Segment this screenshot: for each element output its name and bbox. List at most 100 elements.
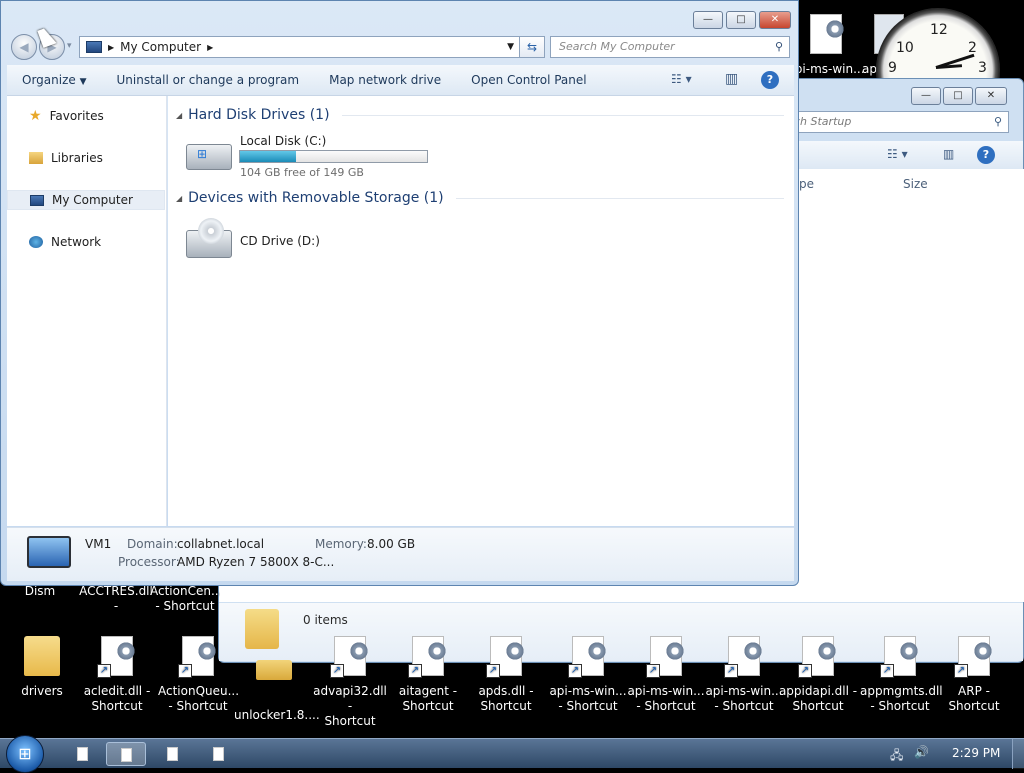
search-icon[interactable]: ⚲ — [775, 37, 783, 57]
desktop-icon-label: api-ms-win... - Shortcut — [549, 684, 627, 713]
help-icon[interactable]: ? — [761, 71, 779, 89]
breadcrumb-separator-icon[interactable]: ▶ — [108, 43, 114, 52]
domain-label: Domain: — [127, 537, 178, 551]
column-header-size[interactable]: Size — [903, 177, 928, 191]
refresh-button[interactable]: ⇆ — [519, 36, 545, 58]
breadcrumb-my-computer[interactable]: My Computer — [120, 40, 201, 54]
computer-icon — [86, 41, 102, 53]
nav-item-libraries[interactable]: Libraries — [7, 148, 165, 168]
desktop-icon-label: ActionCen... - Shortcut — [150, 584, 220, 613]
show-desktop-button[interactable] — [1012, 739, 1024, 769]
group-header-hard-disk-drives[interactable]: ◢ Hard Disk Drives (1) — [176, 107, 784, 123]
preview-pane-icon[interactable]: ▥ — [725, 71, 738, 87]
desktop-icon-2[interactable]: ↗ ActionQueu... - Shortcut — [158, 636, 239, 714]
taskbar-item[interactable] — [198, 742, 238, 766]
desktop-icon-acctres[interactable]: ACCTRES.dll - Shortcut — [76, 584, 156, 614]
desktop-icon-label: api-ms-win... - Shortcut — [627, 684, 705, 713]
drive-item-d[interactable]: CD Drive (D:) — [184, 216, 434, 264]
desktop-icon-6[interactable]: ↗ apds.dll - Shortcut — [466, 636, 546, 714]
open-control-panel-button[interactable]: Open Control Panel — [456, 73, 601, 87]
search-input[interactable]: Search My Computer ⚲ — [550, 36, 790, 58]
drive-usage-fill — [240, 151, 297, 162]
back-minimize-button[interactable]: — — [911, 87, 941, 105]
nav-item-label: Network — [51, 235, 102, 249]
drive-usage-bar — [239, 150, 428, 163]
back-search-input[interactable]: ch Startup ⚲ — [787, 111, 1009, 133]
desktop-icon-actioncenter[interactable]: ActionCen... - Shortcut — [150, 584, 220, 614]
explorer-window[interactable]: — □ ✕ ◀ ▶ ▾ ▶ My Computer ▶ ▼ ⇆ Search M… — [0, 0, 799, 586]
taskbar-item[interactable] — [152, 742, 192, 766]
desktop-icon-0[interactable]: drivers — [2, 636, 82, 699]
clock-number: 12 — [930, 22, 948, 38]
desktop-icon-label: acledit.dll - Shortcut — [83, 684, 151, 713]
star-icon: ★ — [29, 108, 42, 124]
windows-logo-icon: ⊞ — [18, 744, 32, 763]
close-button[interactable]: ✕ — [759, 11, 791, 29]
nav-item-favorites[interactable]: ★ Favorites — [7, 106, 165, 126]
taskbar-item[interactable] — [62, 742, 102, 766]
file-shortcut-icon: ↗ — [798, 636, 838, 678]
desktop-icon-12[interactable]: ↗ ARP - Shortcut — [934, 636, 1014, 714]
drive-name: Local Disk (C:) — [240, 134, 327, 148]
network-tray-icon[interactable]: 🖧 — [890, 746, 903, 767]
organize-button[interactable]: Organize ▼ — [7, 73, 102, 87]
uninstall-program-button[interactable]: Uninstall or change a program — [102, 73, 315, 87]
column-header-type[interactable]: pe — [799, 177, 814, 191]
help-icon[interactable]: ? — [977, 146, 995, 164]
libraries-icon — [29, 152, 43, 164]
address-bar[interactable]: ▶ My Computer ▶ ▼ ⇆ — [79, 36, 545, 58]
file-shortcut-icon: ↗ — [646, 636, 686, 678]
view-options-icon[interactable]: ☷ ▾ — [671, 72, 692, 86]
address-dropdown-icon[interactable]: ▼ — [507, 42, 514, 52]
file-shortcut-icon: ↗ — [330, 636, 370, 678]
file-shortcut-icon: ↗ — [408, 636, 448, 678]
drive-item-c[interactable]: ⊞ Local Disk (C:) 104 GB free of 149 GB — [184, 132, 434, 179]
network-icon — [29, 236, 43, 248]
content-area: ◢ Hard Disk Drives (1) ⊞ Local Disk (C:)… — [168, 96, 794, 526]
preview-pane-icon[interactable]: ▥ — [943, 147, 954, 161]
maximize-button[interactable]: □ — [726, 11, 756, 29]
nav-item-label: Libraries — [51, 151, 103, 165]
organize-label: Organize — [22, 73, 76, 87]
start-button[interactable]: ⊞ — [6, 735, 44, 773]
desktop-icon-10[interactable]: ↗ appidapi.dll - Shortcut — [778, 636, 858, 714]
desktop-icon-label: apds.dll - Shortcut — [478, 684, 534, 713]
collapse-triangle-icon[interactable]: ◢ — [176, 194, 182, 203]
processor-value: AMD Ryzen 7 5800X 8-C... — [177, 555, 335, 569]
back-close-button[interactable]: ✕ — [975, 87, 1007, 105]
nav-item-network[interactable]: Network — [7, 232, 165, 252]
desktop-icon-1[interactable]: ↗ acledit.dll - Shortcut — [77, 636, 157, 714]
recent-pages-chevron-icon[interactable]: ▾ — [67, 41, 72, 51]
desktop-icon-7[interactable]: ↗ api-ms-win... - Shortcut — [548, 636, 628, 714]
desktop-icon-8[interactable]: ↗ api-ms-win... - Shortcut — [626, 636, 706, 714]
desktop-icon-4[interactable]: ↗ advapi32.dll - Shortcut — [310, 636, 390, 729]
desktop-icon-label: aitagent - Shortcut — [398, 684, 458, 713]
group-header-removable-storage[interactable]: ◢ Devices with Removable Storage (1) — [176, 190, 784, 206]
taskbar-item-active[interactable] — [106, 742, 146, 766]
hard-drive-icon: ⊞ — [186, 144, 232, 170]
minimize-button[interactable]: — — [693, 11, 723, 29]
processor-label: Processor: — [118, 555, 180, 569]
clock-time[interactable]: 2:29 PM — [952, 746, 1000, 760]
volume-tray-icon[interactable]: 🔊 — [914, 745, 929, 759]
desktop-icon-label: advapi32.dll - Shortcut — [313, 684, 387, 728]
desktop-icon-9[interactable]: ↗ api-ms-win... - Shortcut — [704, 636, 784, 714]
group-header-label: Devices with Removable Storage (1) — [188, 190, 444, 206]
folder-icon — [22, 636, 62, 678]
back-maximize-button[interactable]: □ — [943, 87, 973, 105]
file-shortcut-icon: ↗ — [568, 636, 608, 678]
file-shortcut-icon: ↗ — [97, 636, 137, 678]
desktop-icon-3[interactable]: unlocker1.8.... — [234, 636, 320, 723]
nav-item-label: Favorites — [49, 109, 104, 123]
desktop-icon-5[interactable]: ↗ aitagent - Shortcut — [388, 636, 468, 714]
clock-number: 9 — [888, 60, 897, 76]
collapse-triangle-icon[interactable]: ◢ — [176, 111, 182, 120]
map-network-drive-button[interactable]: Map network drive — [314, 73, 456, 87]
nav-item-my-computer[interactable]: My Computer — [7, 190, 165, 210]
memory-label: Memory: — [315, 537, 367, 551]
breadcrumb-separator-icon[interactable]: ▶ — [207, 43, 213, 52]
desktop-icon-dism[interactable]: Dism — [0, 584, 80, 614]
desktop-icon-11[interactable]: ↗ appmgmts.dll - Shortcut — [860, 636, 943, 714]
back-button[interactable]: ◀ — [11, 34, 37, 60]
view-options-icon[interactable]: ☷ ▾ — [887, 147, 908, 161]
